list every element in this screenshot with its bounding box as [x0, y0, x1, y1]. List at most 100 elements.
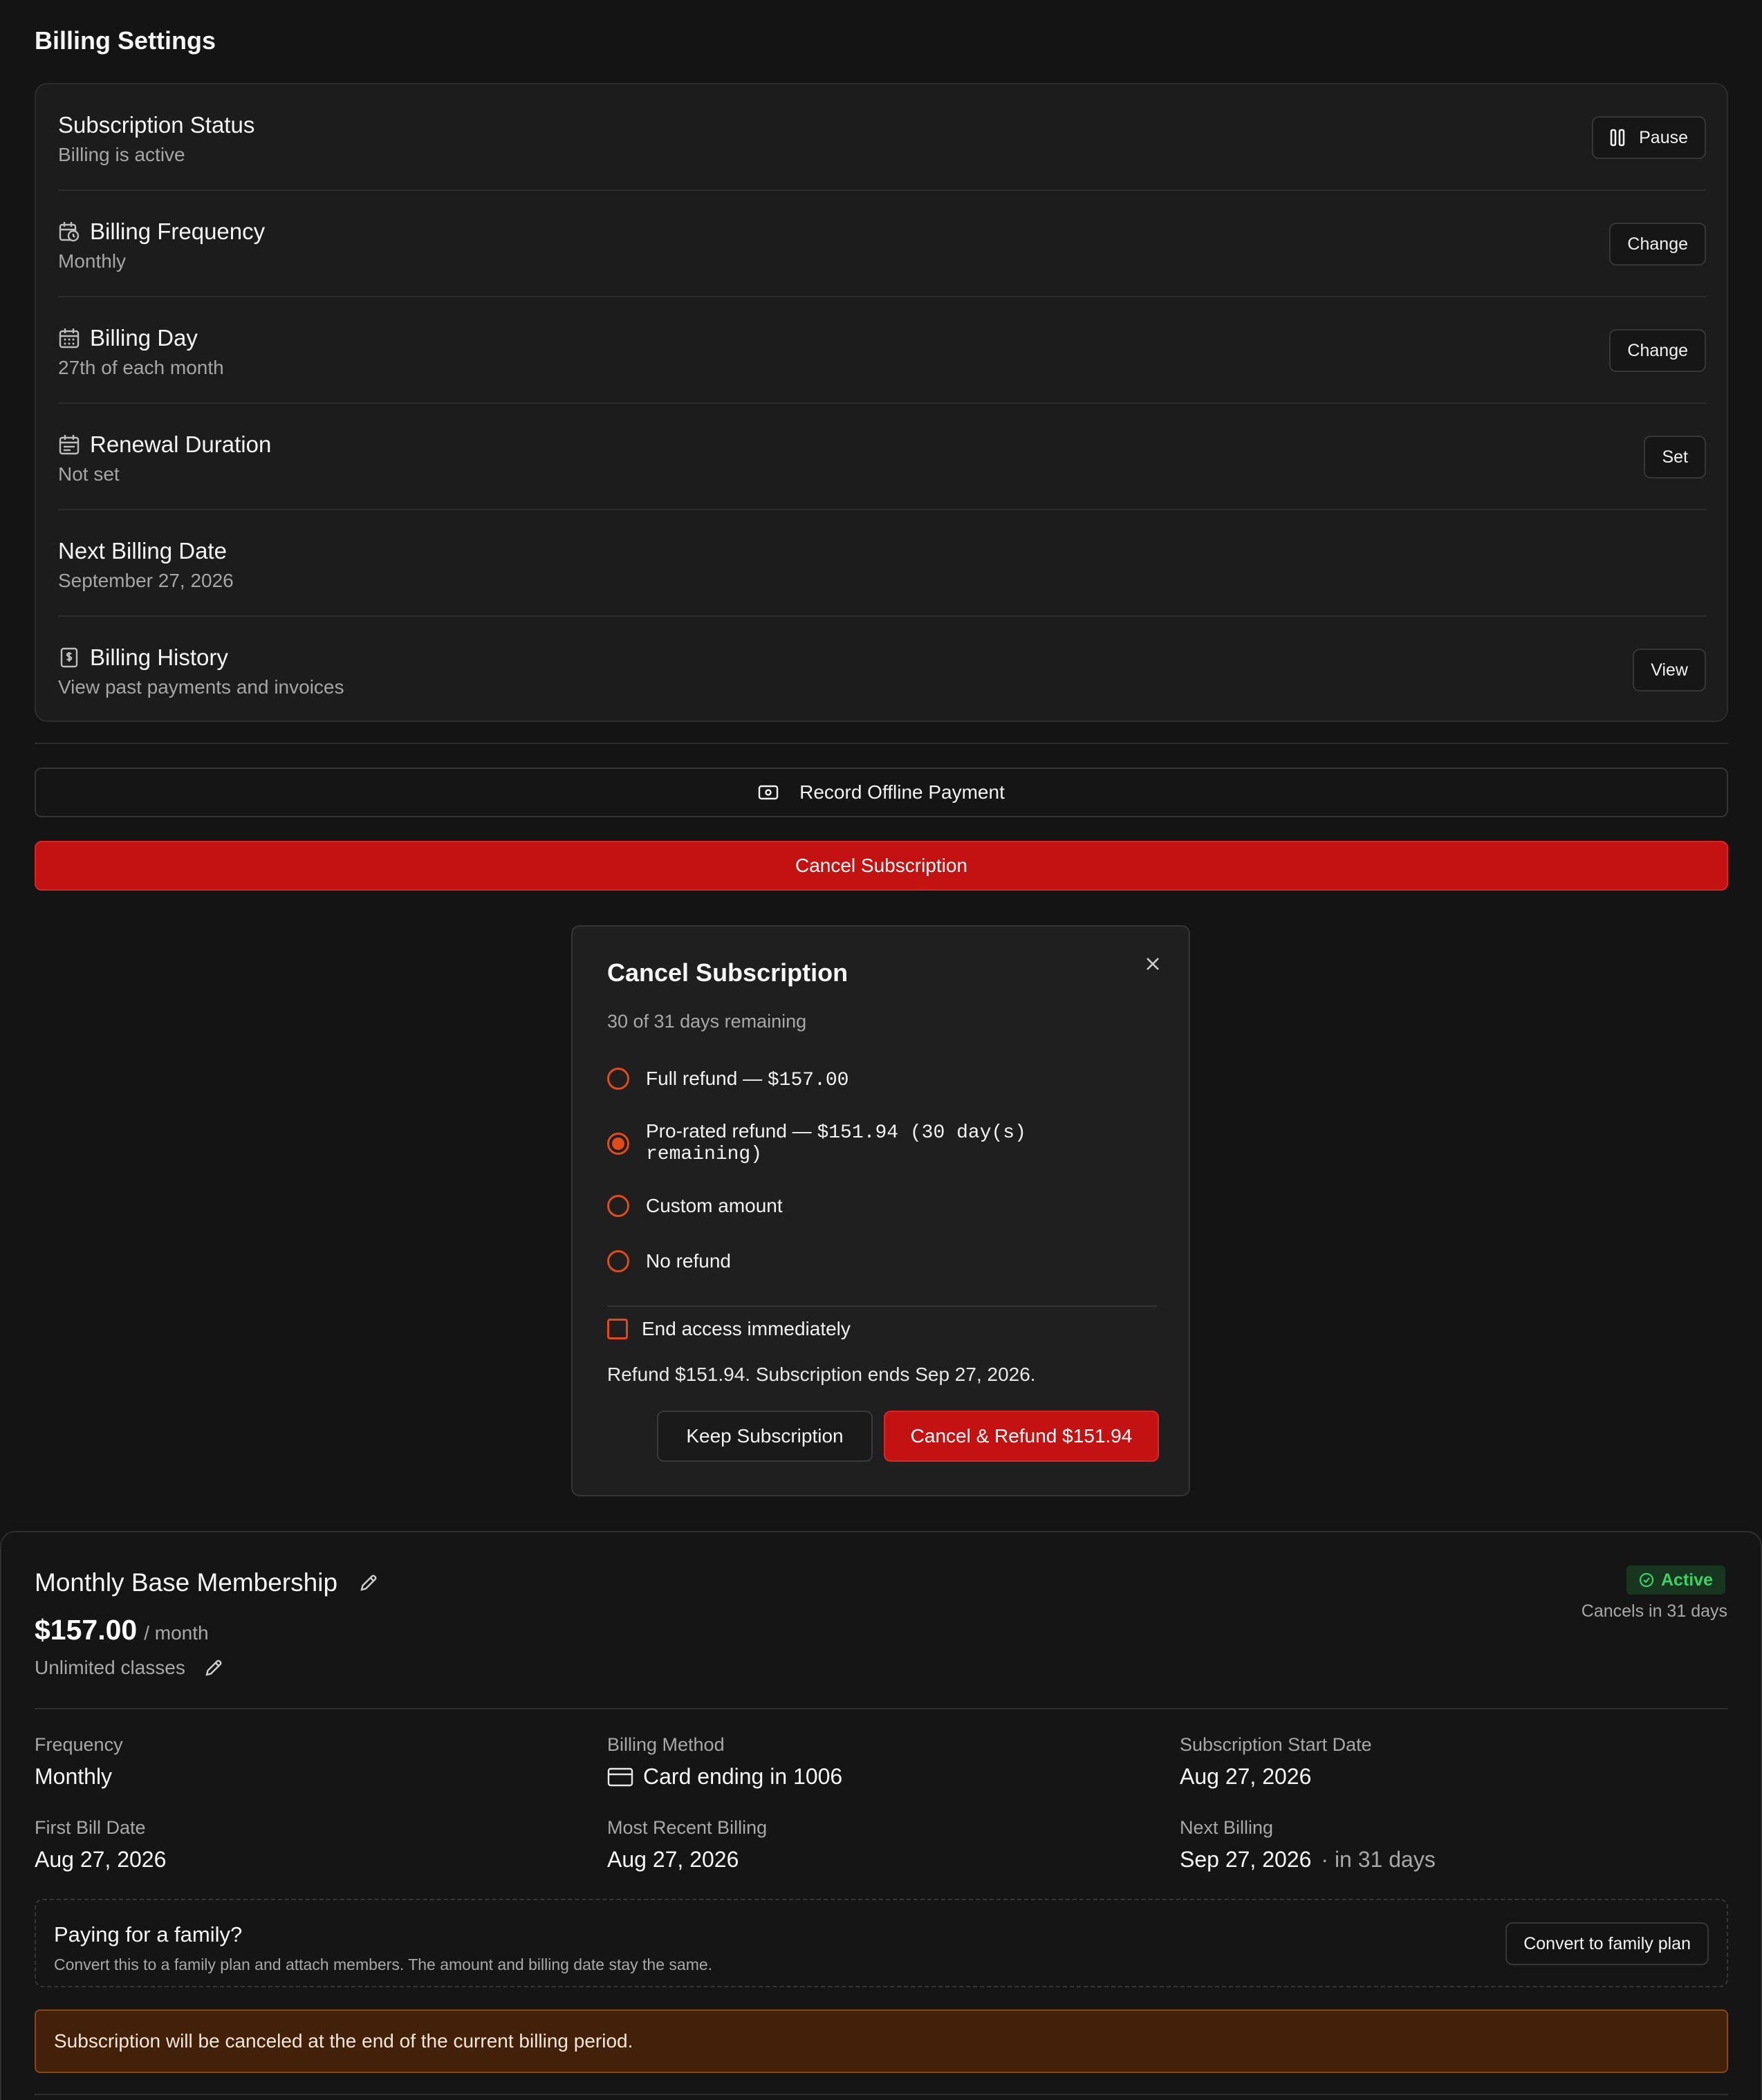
row-title: Billing Day [90, 325, 198, 351]
field-value: Monthly [35, 1764, 113, 1789]
settings-row-billing-frequency: Billing Frequency Monthly Change [58, 191, 1706, 297]
record-offline-payment-label: Record Offline Payment [799, 781, 1005, 803]
end-access-option[interactable]: End access immediately [607, 1318, 851, 1340]
radio-no-refund[interactable] [607, 1250, 629, 1272]
row-title: Renewal Duration [90, 431, 272, 457]
row-subtitle: Billing is active [58, 144, 185, 165]
option-label: No refund [646, 1250, 731, 1272]
row-title: Subscription Status [58, 112, 255, 138]
field-label: Billing Method [607, 1734, 725, 1755]
option-custom-amount[interactable]: Custom amount [607, 1195, 783, 1217]
membership-name: Monthly Base Membership [35, 1568, 338, 1597]
status-badge: Active [1626, 1565, 1726, 1595]
family-subtitle: Convert this to a family plan and attach… [54, 1955, 713, 1973]
field-value: Aug 27, 2026 [607, 1847, 739, 1872]
view-history-button[interactable]: View [1633, 649, 1706, 691]
family-title: Paying for a family? [54, 1922, 243, 1946]
field-start-date: Subscription Start Date Aug 27, 2026 [1180, 1734, 1372, 1790]
keep-subscription-button[interactable]: Keep Subscription [657, 1411, 873, 1462]
family-plan-box: Paying for a family? Convert this to a f… [35, 1899, 1728, 1987]
option-label: Custom amount [646, 1195, 783, 1216]
field-value: Card ending in 1006 [643, 1764, 843, 1789]
row-title: Next Billing Date [58, 538, 227, 564]
pause-icon [1610, 129, 1626, 147]
status-label: Active [1661, 1570, 1714, 1590]
option-no-refund[interactable]: No refund [607, 1250, 731, 1272]
field-next-billing: Next Billing Sep 27, 2026 · in 31 days [1180, 1817, 1436, 1873]
calendar-clock-icon [58, 221, 80, 243]
section-divider [35, 743, 1728, 744]
set-renewal-button[interactable]: Set [1644, 436, 1706, 478]
settings-row-next-billing-date: Next Billing Date September 27, 2026 [58, 510, 1706, 617]
edit-name-pencil-icon[interactable] [358, 1572, 379, 1593]
field-value: Aug 27, 2026 [1180, 1764, 1312, 1789]
field-value: Sep 27, 2026 [1180, 1847, 1312, 1872]
end-access-label: End access immediately [642, 1318, 851, 1339]
radio-full-refund[interactable] [607, 1068, 629, 1090]
cancel-subscription-dialog: Cancel Subscription 30 of 31 days remain… [571, 925, 1190, 1496]
row-title: Billing History [90, 644, 228, 670]
billing-settings-card: Subscription Status Billing is active Pa… [35, 83, 1728, 722]
convert-family-plan-button[interactable]: Convert to family plan [1505, 1922, 1709, 1965]
close-icon [1144, 956, 1161, 972]
price-period: / month [144, 1622, 209, 1644]
row-subtitle: View past payments and invoices [58, 676, 344, 698]
option-amount: $157.00 [767, 1070, 849, 1091]
option-label: Full refund — [646, 1068, 768, 1089]
bottom-divider [35, 2094, 1728, 2095]
cancellation-warning-banner: Subscription will be canceled at the end… [35, 2009, 1728, 2073]
dialog-title: Cancel Subscription [607, 958, 848, 987]
field-value: Aug 27, 2026 [35, 1847, 167, 1872]
calendar-range-icon [58, 434, 80, 456]
option-prorated-refund[interactable]: Pro-rated refund — $151.94 (30 day(s) re… [607, 1122, 1088, 1164]
receipt-dollar-icon [58, 647, 80, 669]
pause-button-label: Pause [1639, 127, 1688, 147]
field-label: First Bill Date [35, 1817, 146, 1838]
record-offline-payment-button[interactable]: Record Offline Payment [35, 768, 1728, 817]
row-title: Billing Frequency [90, 219, 266, 244]
check-circle-icon [1639, 1572, 1654, 1588]
calendar-icon [58, 327, 80, 349]
field-value-suffix: · in 31 days [1321, 1847, 1436, 1872]
settings-row-billing-day: Billing Day 27th of each month Change [58, 297, 1706, 404]
settings-row-subscription-status: Subscription Status Billing is active Pa… [58, 84, 1706, 191]
row-subtitle: Not set [58, 463, 120, 485]
settings-row-billing-history: Billing History View past payments and i… [58, 617, 1706, 723]
option-label: Pro-rated refund — [646, 1120, 817, 1142]
option-full-refund[interactable]: Full refund — $157.00 [607, 1068, 848, 1091]
membership-price: $157.00 / month [35, 1614, 209, 1646]
field-first-bill-date: First Bill Date Aug 27, 2026 [35, 1817, 166, 1873]
field-most-recent-billing: Most Recent Billing Aug 27, 2026 [607, 1817, 767, 1873]
cancel-and-refund-button[interactable]: Cancel & Refund $151.94 [884, 1411, 1159, 1462]
pause-button[interactable]: Pause [1592, 116, 1706, 159]
dialog-divider [607, 1305, 1157, 1307]
refund-summary: Refund $151.94. Subscription ends Sep 27… [607, 1364, 1036, 1385]
field-label: Subscription Start Date [1180, 1734, 1372, 1755]
field-label: Next Billing [1180, 1817, 1274, 1838]
row-subtitle: September 27, 2026 [58, 570, 234, 591]
cash-icon [758, 785, 779, 800]
cancels-note: Cancels in 31 days [1581, 1601, 1727, 1621]
field-frequency: Frequency Monthly [35, 1734, 123, 1790]
membership-description: Unlimited classes [35, 1657, 224, 1679]
row-subtitle: Monthly [58, 250, 127, 272]
days-remaining-text: 30 of 31 days remaining [607, 1011, 807, 1032]
membership-header: Monthly Base Membership [35, 1568, 379, 1597]
field-label: Frequency [35, 1734, 123, 1755]
change-frequency-button[interactable]: Change [1609, 223, 1706, 266]
radio-prorated-refund[interactable] [607, 1133, 629, 1155]
credit-card-icon [607, 1767, 633, 1787]
settings-row-renewal-duration: Renewal Duration Not set Set [58, 404, 1706, 510]
change-billing-day-button[interactable]: Change [1609, 329, 1706, 372]
description-text: Unlimited classes [35, 1657, 185, 1678]
edit-description-pencil-icon[interactable] [203, 1657, 224, 1678]
radio-custom-amount[interactable] [607, 1195, 629, 1217]
price-amount: $157.00 [35, 1614, 138, 1646]
page-title: Billing Settings [35, 26, 216, 55]
membership-divider [35, 1708, 1728, 1709]
field-billing-method: Billing Method Card ending in 1006 [607, 1734, 842, 1790]
end-access-checkbox[interactable] [607, 1319, 628, 1339]
cancel-subscription-button[interactable]: Cancel Subscription [35, 841, 1728, 891]
field-label: Most Recent Billing [607, 1817, 768, 1838]
close-dialog-button[interactable] [1139, 950, 1167, 978]
